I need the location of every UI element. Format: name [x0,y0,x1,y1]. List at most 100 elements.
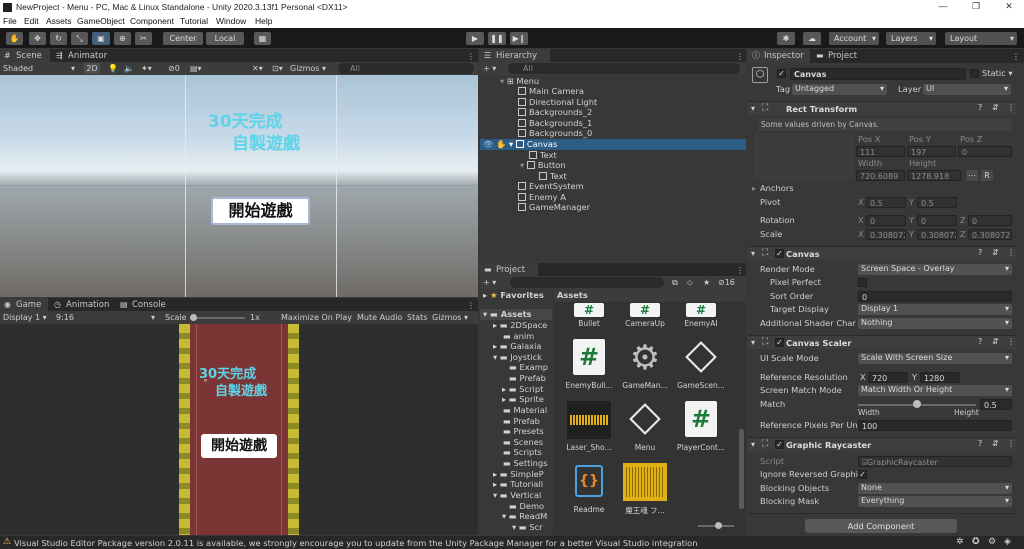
tab-hierarchy[interactable]: ☰ Hierarchy [480,49,550,63]
transform-tool-icon[interactable]: ⊕ [114,32,131,45]
blocking-objects-dropdown[interactable]: None [858,483,1012,494]
menu-edit[interactable]: Edit [24,16,39,26]
asset-item[interactable]: # CameraUp [617,303,673,339]
layer-dropdown[interactable]: UI [923,84,1011,95]
display-dropdown[interactable]: Display 1 ▾ [3,311,47,324]
tab-project[interactable]: ▬ Project [480,263,538,277]
reference-y-field[interactable]: 1280 [920,372,960,383]
tab-console[interactable]: ▤ Console [116,298,172,312]
hierarchy-item[interactable]: EventSystem [518,181,584,192]
tab-animator[interactable]: ⇶ Animator [52,49,112,63]
rotate-tool-icon[interactable]: ↻ [50,32,67,45]
raycaster-enabled-checkbox[interactable]: ✓ [775,440,784,449]
shading-mode-dropdown[interactable]: Shaded ▾ [3,62,79,75]
scale-y-field[interactable]: 0.308072 [917,229,957,240]
cloud-icon[interactable]: ☁ [803,32,821,45]
raw-edit-button[interactable]: R [981,170,993,181]
icon-size-slider-handle[interactable] [715,522,722,529]
close-button[interactable]: ✕ [1002,1,1016,13]
maximize-on-play-toggle[interactable]: Maximize On Play [281,311,352,324]
play-button[interactable]: ▶ [466,32,484,45]
target-display-dropdown[interactable]: Display 1 [858,304,1012,315]
blocking-mask-dropdown[interactable]: Everything [858,496,1012,507]
hierarchy-item[interactable]: Backgrounds_0 [518,128,592,139]
rotation-y-field[interactable]: 0 [917,215,957,226]
component-menu-icon[interactable]: ⋮ [1007,439,1015,448]
effects-toggle-icon[interactable]: ✦▾ [141,62,152,75]
reference-x-field[interactable]: 720 [868,372,908,383]
component-menu-icon[interactable]: ⋮ [1007,103,1015,112]
inspector-menu-icon[interactable]: ⋮ [1012,50,1020,63]
hierarchy-item-canvas[interactable]: ▾ Canvas [509,139,557,150]
pixel-perfect-checkbox[interactable] [858,278,867,287]
menu-gameobject[interactable]: GameObject [77,16,125,26]
tab-project-2[interactable]: ▬ Project [812,49,870,63]
graphic-raycaster-header[interactable]: ▾ ⛶ ✓ Graphic Raycaster ? ⇵ ⋮ [748,437,1016,451]
tree-item[interactable]: ▸ ▬ Tutoriall [493,479,543,490]
minimize-button[interactable]: — [936,1,950,13]
tab-scene[interactable]: # Scene [0,49,50,63]
camera-settings-icon[interactable]: ▤▾ [190,62,202,75]
visibility-toggle-icon[interactable]: 👁 ✋ [483,139,507,150]
scale-slider[interactable] [190,317,245,319]
assets-scrollbar[interactable] [739,429,744,509]
tree-item[interactable]: ▾ ▬ Vertical [493,490,541,501]
preset-icon[interactable]: ⇵ [992,439,999,448]
preset-icon[interactable]: ⇵ [992,103,999,112]
scale-z-field[interactable]: 0.308072 [968,229,1012,240]
tree-item[interactable]: ▾ ▬ Scr [512,522,543,533]
menu-component[interactable]: Component [130,16,174,26]
menu-assets[interactable]: Assets [46,16,72,26]
asset-item[interactable]: # PlayerCont... [673,401,729,457]
hierarchy-add-button[interactable]: + ▾ [483,62,496,75]
favorite-filter-icon[interactable]: ★ [703,276,710,289]
preset-icon[interactable]: ⇵ [992,337,999,346]
tree-item[interactable]: ▬ Presets [503,426,544,437]
hidden-packages-icon[interactable]: ⊘16 [718,276,735,289]
script-field[interactable]: ⌸GraphicRaycaster [858,456,1012,467]
grid-snap-icon[interactable]: ▦ [254,32,271,45]
audio-toggle-icon[interactable]: 🔈 [124,62,134,75]
rect-transform-header[interactable]: ▾ ⛶ Rect Transform ? ⇵ ⋮ [748,101,1016,115]
move-tool-icon[interactable]: ✥ [29,32,46,45]
tab-inspector[interactable]: ⓘ Inspector [748,49,810,63]
asset-item[interactable]: # Bullet [561,303,617,339]
asset-item[interactable]: # EnemyAI [673,303,729,339]
asset-item[interactable]: GameScen... [673,339,729,395]
active-checkbox[interactable]: ✓ [777,69,786,78]
tree-item[interactable]: ▬ Scripts [503,447,542,458]
step-button[interactable]: ▶❙ [510,32,528,45]
match-value-field[interactable]: 0.5 [980,399,1012,410]
reference-ppu-field[interactable]: 100 [858,420,1012,431]
rotation-z-field[interactable]: 0 [968,215,1012,226]
blueprint-mode-icon[interactable]: ⋯ [966,170,978,181]
hierarchy-search-input[interactable]: All [508,63,740,74]
game-start-button[interactable]: 開始遊戲 [201,434,277,458]
tools-icon[interactable]: ✕▾ [252,62,263,75]
render-mode-dropdown[interactable]: Screen Space - Overlay [858,264,1012,275]
aspect-dropdown[interactable]: 9:16 ▾ [56,311,158,324]
game-gizmos-dropdown[interactable]: Gizmos ▾ [432,311,468,324]
gizmos-dropdown[interactable]: Gizmos ▾ [290,62,330,75]
tree-item[interactable]: ▬ Examp [509,362,548,373]
ignore-reversed-checkbox[interactable]: ✓ [858,470,867,479]
help-icon[interactable]: ? [978,248,982,257]
hierarchy-item[interactable]: Backgrounds_2 [518,107,592,118]
help-icon[interactable]: ? [978,103,982,112]
menu-tutorial[interactable]: Tutorial [180,16,208,26]
mute-audio-toggle[interactable]: Mute Audio [357,311,402,324]
menu-help[interactable]: Help [255,16,272,26]
scene-search-input[interactable]: All [338,63,474,74]
component-menu-icon[interactable]: ⋮ [1007,337,1015,346]
create-filter-icon[interactable]: ⧉ [672,276,678,289]
hierarchy-item[interactable]: GameManager [518,202,590,213]
maximize-button[interactable]: ❐ [969,1,983,13]
help-icon[interactable]: ? [978,337,982,346]
hand-tool-icon[interactable]: ✋ [6,32,23,45]
tree-item[interactable]: ▬ Material [503,405,547,416]
tab-animation[interactable]: ◷ Animation [50,298,112,312]
status-message[interactable]: Visual Studio Editor Package version 2.0… [14,538,698,548]
layout-dropdown[interactable]: Layout [945,32,1017,45]
screen-match-mode-dropdown[interactable]: Match Width Or Height [858,385,1012,396]
layers-dropdown[interactable]: Layers [886,32,936,45]
